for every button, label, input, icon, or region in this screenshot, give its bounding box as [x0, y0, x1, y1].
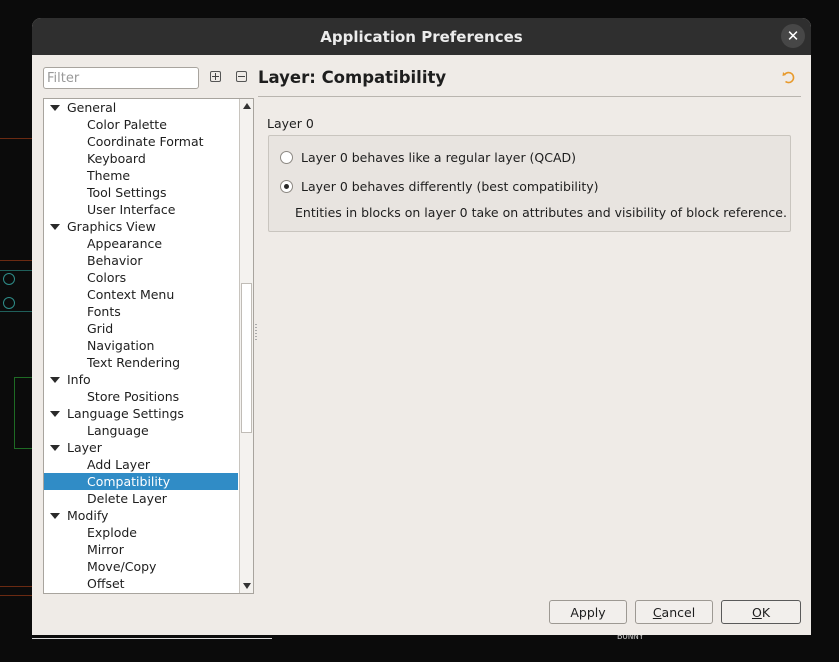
tree-item-label: Color Palette [87, 117, 167, 132]
expand-arrow-icon[interactable] [50, 224, 60, 230]
tree-item-label: Grid [87, 321, 114, 336]
cancel-label: Cancel [652, 604, 696, 620]
close-icon: ✕ [786, 26, 800, 45]
expand-all-button[interactable] [210, 71, 221, 82]
tree-item[interactable]: Compatibility [44, 473, 238, 490]
tree-item[interactable]: Behavior [44, 252, 238, 269]
tree-item[interactable]: Text Rendering [44, 354, 238, 371]
splitter-handle[interactable] [255, 324, 257, 342]
tree-item-label: Text Rendering [87, 355, 181, 370]
preferences-tree[interactable]: General Color Palette Coordinate Format Key… [43, 98, 254, 594]
tree-item[interactable]: Mirror [44, 541, 238, 558]
tree-item-label: Explode [87, 525, 137, 540]
tree-item-label: Language Settings [67, 406, 184, 421]
compat-note: Entities in blocks on layer 0 take on at… [295, 205, 787, 220]
preferences-dialog: Application Preferences ✕ General Color P… [32, 18, 811, 635]
option-regular-row[interactable]: Layer 0 behaves like a regular layer (QC… [280, 150, 576, 165]
scroll-thumb[interactable] [241, 283, 252, 433]
expand-arrow-icon[interactable] [50, 513, 60, 519]
tree-item-label: Offset [87, 576, 125, 591]
tree-item[interactable]: Theme [44, 167, 238, 184]
tree-item-label: Info [67, 372, 91, 387]
apply-button[interactable]: Apply [549, 600, 627, 624]
tree-category[interactable]: Language Settings [44, 405, 238, 422]
close-button[interactable]: ✕ [781, 24, 805, 48]
tree-category[interactable]: Modify [44, 507, 238, 524]
tree-item[interactable]: Move/Copy [44, 558, 238, 575]
page-title: Layer: Compatibility [258, 68, 447, 87]
tree-item[interactable]: Tool Settings [44, 184, 238, 201]
tree-item[interactable]: Store Positions [44, 388, 238, 405]
window-title: Application Preferences [320, 27, 523, 46]
tree-list: General Color Palette Coordinate Format Key… [44, 99, 238, 592]
expand-arrow-icon[interactable] [50, 411, 60, 417]
tree-item-label: Layer [67, 440, 102, 455]
tree-item[interactable]: Explode [44, 524, 238, 541]
tree-item-label: Coordinate Format [87, 134, 204, 149]
tree-item[interactable]: Keyboard [44, 150, 238, 167]
layer0-group: Layer 0 behaves like a regular layer (QC… [268, 135, 791, 232]
tree-item[interactable]: Color Palette [44, 116, 238, 133]
tree-item[interactable]: Coordinate Format [44, 133, 238, 150]
tree-item-label: Appearance [87, 236, 163, 251]
tree-item-label: Navigation [87, 338, 155, 353]
tree-item[interactable]: Appearance [44, 235, 238, 252]
tree-item[interactable]: Fonts [44, 303, 238, 320]
tree-item-label: Colors [87, 270, 127, 285]
tree-item-label: Store Positions [87, 389, 180, 404]
group-title: Layer 0 [267, 116, 314, 131]
tree-item-label: Keyboard [87, 151, 146, 166]
expand-arrow-icon[interactable] [50, 377, 60, 383]
expand-arrow-icon[interactable] [50, 445, 60, 451]
tree-item-label: Graphics View [67, 219, 156, 234]
tree-item-label: Compatibility [87, 474, 171, 489]
option-regular-label: Layer 0 behaves like a regular layer (QC… [301, 150, 577, 165]
reset-icon[interactable] [781, 70, 797, 86]
ok-button[interactable]: OK [721, 600, 801, 624]
tree-item-label: Context Menu [87, 287, 175, 302]
tree-category[interactable]: General [44, 99, 238, 116]
tree-item-label: Tool Settings [87, 185, 167, 200]
title-bar: Application Preferences ✕ [32, 18, 811, 55]
scroll-up-icon[interactable] [243, 103, 251, 109]
tree-item-label: Delete Layer [87, 491, 167, 506]
tree-item-label: Add Layer [87, 457, 151, 472]
tree-item-label: Theme [87, 168, 131, 183]
radio-regular[interactable] [280, 151, 293, 164]
collapse-all-button[interactable] [236, 71, 247, 82]
tree-item[interactable]: Navigation [44, 337, 238, 354]
tree-item-label: General [67, 100, 117, 115]
option-compat-label: Layer 0 behaves differently (best compat… [301, 179, 599, 194]
tree-item-label: Move/Copy [87, 559, 157, 574]
filter-input[interactable] [43, 67, 199, 89]
tree-scrollbar[interactable] [239, 99, 253, 593]
tree-item[interactable]: Language [44, 422, 238, 439]
option-compat-row[interactable]: Layer 0 behaves differently (best compat… [280, 179, 599, 194]
tree-category[interactable]: Graphics View [44, 218, 238, 235]
apply-label: Apply [570, 604, 606, 620]
radio-compat[interactable] [280, 180, 293, 193]
tree-item-label: Behavior [87, 253, 143, 268]
tree-item-label: Mirror [87, 542, 124, 557]
tree-item-label: Language [87, 423, 149, 438]
title-separator [258, 96, 801, 97]
tree-item-label: Modify [67, 508, 109, 523]
tree-item[interactable]: Context Menu [44, 286, 238, 303]
tree-item[interactable]: Colors [44, 269, 238, 286]
cancel-button[interactable]: Cancel [635, 600, 713, 624]
scroll-down-icon[interactable] [243, 583, 251, 589]
expand-arrow-icon[interactable] [50, 105, 60, 111]
tree-item[interactable]: Add Layer [44, 456, 238, 473]
tree-item-label: User Interface [87, 202, 176, 217]
ok-label: OK [751, 604, 771, 620]
tree-item[interactable]: User Interface [44, 201, 238, 218]
tree-category[interactable]: Layer [44, 439, 238, 456]
tree-item[interactable]: Grid [44, 320, 238, 337]
tree-item-label: Fonts [87, 304, 121, 319]
tree-item[interactable]: Delete Layer [44, 490, 238, 507]
tree-category[interactable]: Info [44, 371, 238, 388]
tree-item[interactable]: Offset [44, 575, 238, 592]
